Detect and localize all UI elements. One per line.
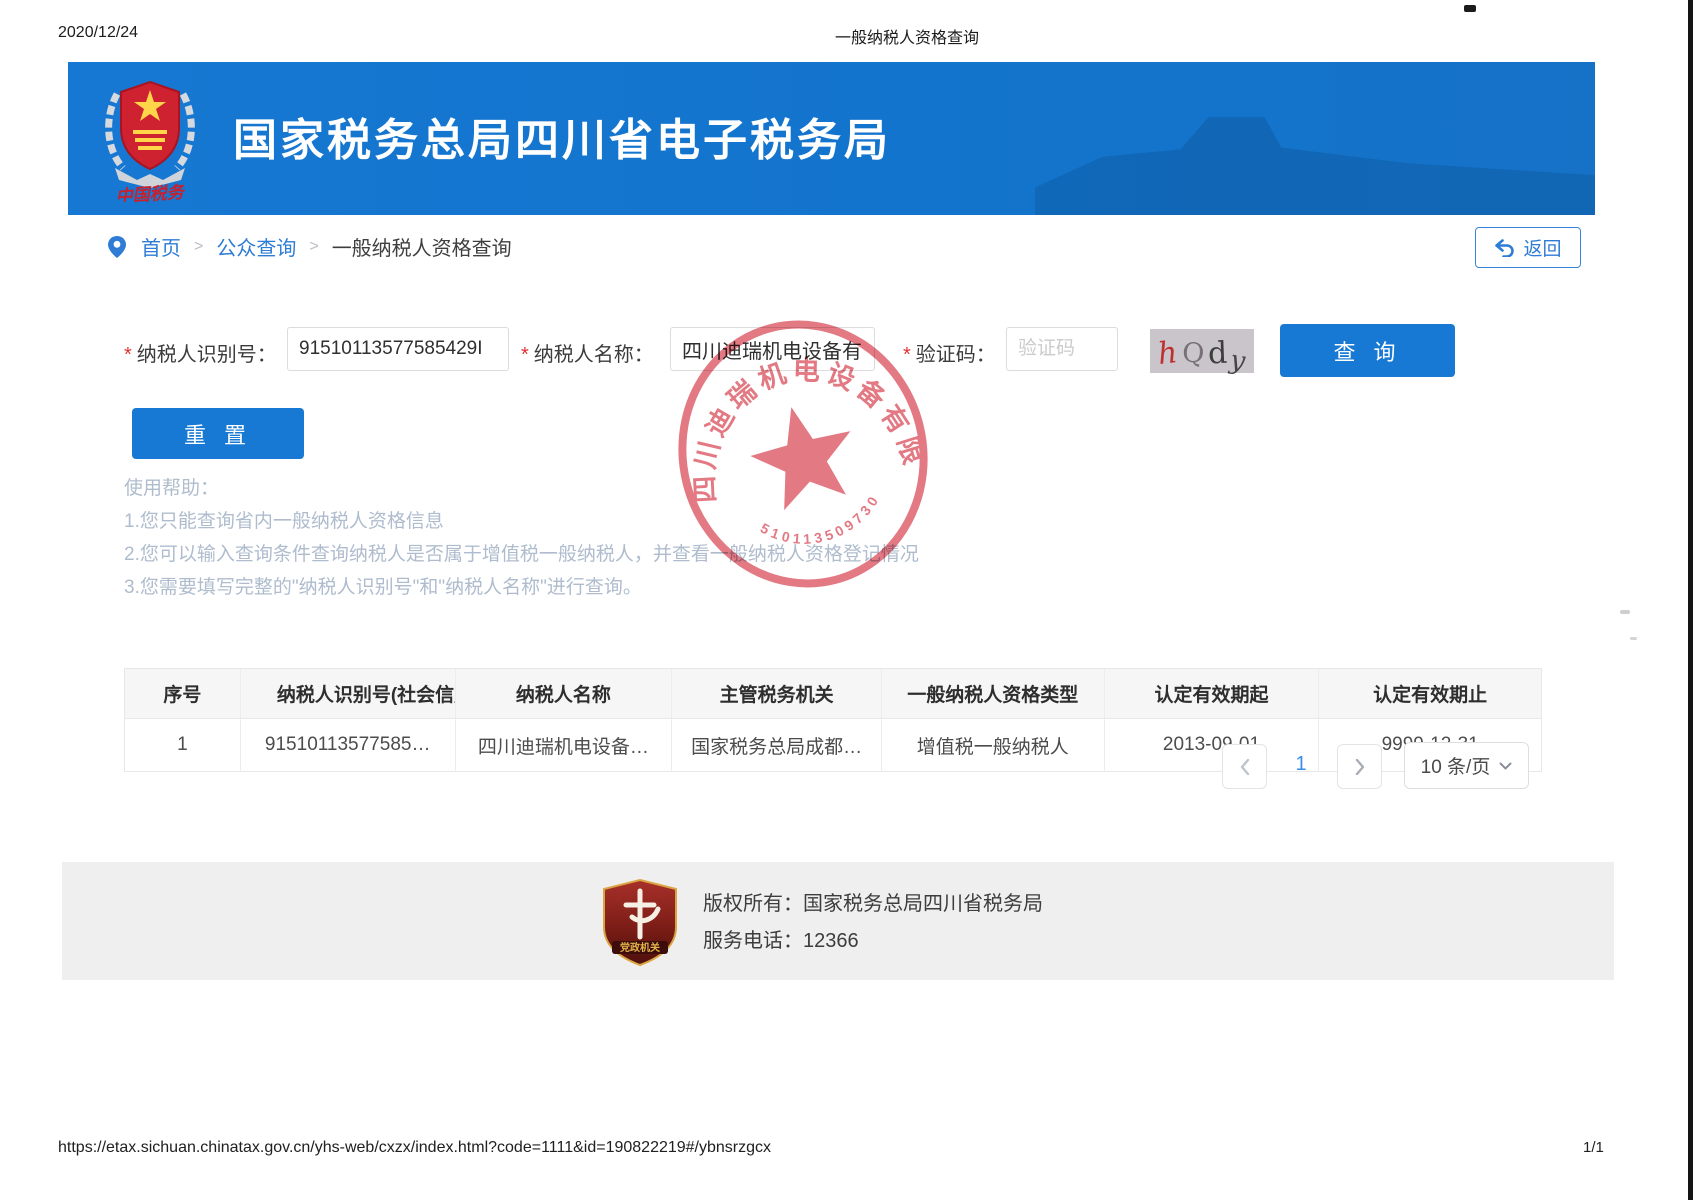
site-title: 国家税务总局四川省电子税务局 (233, 104, 891, 168)
help-item: 1.您只能查询省内一般纳税人资格信息 (124, 505, 919, 538)
chevron-down-icon (1499, 762, 1512, 770)
page-footer: 党政机关 版权所有：国家税务总局四川省税务局 服务电话：12366 (62, 862, 1614, 980)
required-mark: * (903, 344, 911, 366)
col-header-index: 序号 (125, 669, 241, 718)
scan-artifact-speck (1630, 637, 1637, 640)
badge-label: 党政机关 (620, 941, 660, 954)
captcha-label: *验证码： (903, 338, 996, 367)
col-header-taxpayer-id: 纳税人识别号(社会信用 (241, 669, 456, 718)
pagination-next-button[interactable] (1337, 744, 1382, 789)
breadcrumb: 首页 > 公众查询 > 一般纳税人资格查询 (106, 232, 512, 261)
scan-artifact-speck (1620, 610, 1630, 614)
cell-tax-authority: 国家税务总局成都… (672, 719, 882, 771)
captcha-image[interactable]: h Q d y (1150, 329, 1254, 373)
page-size-select[interactable]: 10 条/页 (1404, 742, 1529, 789)
required-mark: * (521, 344, 529, 366)
pagination-prev-button[interactable] (1222, 744, 1267, 789)
cell-taxpayer-id: 91510113577585… (241, 719, 456, 771)
captcha-letter: y (1229, 347, 1247, 375)
taxpayer-id-input[interactable] (287, 327, 509, 371)
hotline-text: 服务电话：12366 (703, 923, 1043, 960)
help-title: 使用帮助： (124, 472, 919, 505)
captcha-input[interactable] (1006, 327, 1118, 371)
tax-emblem-logo: 中国税务 (97, 76, 203, 202)
cell-taxpayer-name: 四川迪瑞机电设备… (456, 719, 673, 771)
page-url: https://etax.sichuan.chinatax.gov.cn/yhs… (58, 1139, 771, 1157)
logo-caption: 中国税务 (115, 182, 187, 202)
back-button[interactable]: 返回 (1475, 227, 1581, 268)
print-date: 2020/12/24 (58, 24, 138, 42)
reset-button[interactable]: 重 置 (132, 408, 304, 459)
location-pin-icon (106, 235, 128, 259)
usage-help: 使用帮助： 1.您只能查询省内一般纳税人资格信息 2.您可以输入查询条件查询纳税… (124, 472, 919, 604)
table-row: 1 91510113577585… 四川迪瑞机电设备… 国家税务总局成都… 增值… (125, 719, 1541, 771)
help-item: 2.您可以输入查询条件查询纳税人是否属于增值税一般纳税人，并查看一般纳税人资格登… (124, 538, 919, 571)
scan-artifact-edge-line (1688, 0, 1693, 1200)
taxpayer-name-input[interactable] (670, 327, 875, 371)
col-header-tax-authority: 主管税务机关 (672, 669, 882, 718)
captcha-letter: h (1157, 338, 1179, 370)
captcha-letter: Q (1181, 339, 1205, 367)
chevron-left-icon (1239, 758, 1251, 776)
site-banner: 中国税务 国家税务总局四川省电子税务局 (68, 62, 1595, 215)
results-table: 序号 纳税人识别号(社会信用 纳税人名称 主管税务机关 一般纳税人资格类型 认定… (124, 668, 1542, 772)
col-header-qualification-type: 一般纳税人资格类型 (882, 669, 1105, 718)
chevron-right-separator: > (309, 238, 318, 256)
taxpayer-id-label: *纳税人识别号： (124, 338, 277, 367)
required-mark: * (124, 344, 132, 366)
taxpayer-name-label: *纳税人名称： (521, 338, 654, 367)
query-button[interactable]: 查 询 (1280, 324, 1455, 377)
help-item: 3.您需要填写完整的"纳税人识别号"和"纳税人名称"进行查询。 (124, 571, 919, 604)
page-indicator: 1/1 (1583, 1139, 1604, 1156)
chevron-right-icon (1354, 758, 1366, 776)
scan-artifact-dot (1464, 5, 1476, 12)
chevron-right-separator: > (194, 238, 203, 256)
col-header-valid-to: 认定有效期止 (1319, 669, 1541, 718)
breadcrumb-current: 一般纳税人资格查询 (332, 232, 512, 261)
col-header-taxpayer-name: 纳税人名称 (456, 669, 673, 718)
breadcrumb-home[interactable]: 首页 (141, 232, 181, 261)
captcha-letter: d (1207, 339, 1227, 370)
breadcrumb-public-query[interactable]: 公众查询 (216, 232, 296, 261)
table-header-row: 序号 纳税人识别号(社会信用 纳税人名称 主管税务机关 一般纳税人资格类型 认定… (125, 669, 1541, 719)
back-button-label: 返回 (1523, 234, 1561, 261)
col-header-valid-from: 认定有效期起 (1105, 669, 1320, 718)
undo-arrow-icon (1494, 239, 1515, 257)
copyright-text: 版权所有：国家税务总局四川省税务局 (703, 886, 1043, 923)
great-wall-image (1035, 62, 1595, 215)
cell-index: 1 (125, 719, 241, 771)
print-page-title: 一般纳税人资格查询 (835, 24, 979, 48)
cell-qualification-type: 增值税一般纳税人 (882, 719, 1105, 771)
pagination-page-1[interactable]: 1 (1288, 753, 1314, 776)
page-size-value: 10 条/页 (1421, 752, 1491, 779)
page: 2020/12/24 一般纳税人资格查询 中国税务 国家税务总局四川省电子税务局… (0, 0, 1697, 1200)
government-badge-icon: 党政机关 (602, 879, 678, 966)
